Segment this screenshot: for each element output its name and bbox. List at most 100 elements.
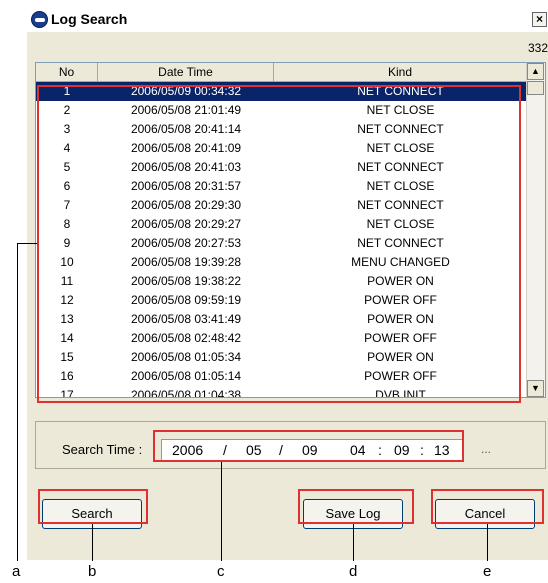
cell-no: 12 xyxy=(60,293,74,307)
cell-datetime: 2006/05/08 20:29:27 xyxy=(130,217,242,231)
cell-no: 14 xyxy=(60,331,74,345)
cell-datetime: 2006/05/08 02:48:42 xyxy=(130,331,242,345)
cell-no: 1 xyxy=(63,84,71,98)
cell-no: 17 xyxy=(60,388,74,398)
cell-datetime: 2006/05/08 09:59:19 xyxy=(130,293,242,307)
table-row[interactable]: 3 2006/05/08 20:41:14 NET CONNECT xyxy=(36,120,527,139)
table-row[interactable]: 12 2006/05/08 09:59:19 POWER OFF xyxy=(36,291,527,310)
annotation-a: a xyxy=(12,563,21,580)
cell-datetime: 2006/05/08 19:38:22 xyxy=(130,274,242,288)
cell-kind: POWER ON xyxy=(367,312,434,326)
date-separator: / xyxy=(279,442,283,458)
second-field[interactable]: 13 xyxy=(434,442,450,458)
column-header-kind[interactable]: Kind xyxy=(274,63,527,82)
minute-field[interactable]: 09 xyxy=(394,442,410,458)
cell-datetime: 2006/05/08 20:31:57 xyxy=(130,179,242,193)
table-row[interactable]: 13 2006/05/08 03:41:49 POWER ON xyxy=(36,310,527,329)
vertical-scrollbar[interactable]: ▲ ▼ xyxy=(526,63,545,397)
cell-datetime: 2006/05/08 20:41:09 xyxy=(130,141,242,155)
cell-no: 8 xyxy=(63,217,71,231)
scroll-down-icon[interactable]: ▼ xyxy=(527,380,544,397)
table-row[interactable]: 17 2006/05/08 01:04:38 DVB INIT xyxy=(36,386,527,398)
cell-no: 7 xyxy=(63,198,71,212)
scroll-up-icon[interactable]: ▲ xyxy=(527,63,544,80)
leader-line-a-horizontal xyxy=(17,243,37,244)
cell-kind: NET CONNECT xyxy=(357,84,444,98)
annotation-c: c xyxy=(217,563,225,580)
table-row[interactable]: 5 2006/05/08 20:41:03 NET CONNECT xyxy=(36,158,527,177)
cell-kind: NET CLOSE xyxy=(366,179,435,193)
table-row[interactable]: 9 2006/05/08 20:27:53 NET CONNECT xyxy=(36,234,527,253)
cell-no: 4 xyxy=(63,141,71,155)
log-list[interactable]: No Date Time Kind 1 2006/05/09 00:34:32 NE… xyxy=(35,62,546,398)
cell-datetime: 2006/05/08 20:29:30 xyxy=(130,198,242,212)
table-row[interactable]: 11 2006/05/08 19:38:22 POWER ON xyxy=(36,272,527,291)
leader-line-b xyxy=(92,524,93,561)
list-header: No Date Time Kind xyxy=(36,63,527,82)
cell-datetime: 2006/05/08 01:04:38 xyxy=(130,388,242,398)
cell-kind: DVB INIT xyxy=(375,388,426,398)
title-bar: Log Search × xyxy=(27,8,548,32)
cell-datetime: 2006/05/08 01:05:34 xyxy=(130,350,242,364)
cell-no: 9 xyxy=(63,236,71,250)
cell-kind: NET CONNECT xyxy=(357,122,444,136)
cell-kind: NET CONNECT xyxy=(357,198,444,212)
year-field[interactable]: 2006 xyxy=(172,442,203,458)
search-time-field[interactable]: 2006 / 05 / 09 04 : 09 : 13 xyxy=(161,439,463,461)
column-header-no[interactable]: No xyxy=(36,63,98,82)
cell-no: 15 xyxy=(60,350,74,364)
scroll-thumb[interactable] xyxy=(527,81,544,95)
table-row[interactable]: 7 2006/05/08 20:29:30 NET CONNECT xyxy=(36,196,527,215)
annotation-d: d xyxy=(349,563,358,580)
cell-kind: NET CLOSE xyxy=(366,217,435,231)
cell-datetime: 2006/05/08 01:05:14 xyxy=(130,369,242,383)
cell-datetime: 2006/05/08 20:27:53 xyxy=(130,236,242,250)
list-rows: 1 2006/05/09 00:34:32 NET CONNECT 2 2006/05/… xyxy=(36,82,527,398)
cell-kind: POWER OFF xyxy=(364,331,437,345)
cell-kind: NET CLOSE xyxy=(366,141,435,155)
log-search-dialog: Log Search × 332 No Date Time Kind 1 2006… xyxy=(27,8,548,560)
close-button[interactable]: × xyxy=(532,12,547,27)
cell-kind: NET CONNECT xyxy=(357,236,444,250)
table-row[interactable]: 8 2006/05/08 20:29:27 NET CLOSE xyxy=(36,215,527,234)
cell-datetime: 2006/05/08 20:41:14 xyxy=(130,122,242,136)
annotation-b: b xyxy=(88,563,97,580)
more-button[interactable]: ... xyxy=(481,442,491,456)
leader-line-e xyxy=(487,524,488,561)
cell-no: 2 xyxy=(63,103,71,117)
table-row[interactable]: 6 2006/05/08 20:31:57 NET CLOSE xyxy=(36,177,527,196)
annotation-e: e xyxy=(483,563,492,580)
table-row[interactable]: 10 2006/05/08 19:39:28 MENU CHANGED xyxy=(36,253,527,272)
hour-field[interactable]: 04 xyxy=(350,442,366,458)
month-field[interactable]: 05 xyxy=(246,442,262,458)
table-row[interactable]: 1 2006/05/09 00:34:32 NET CONNECT xyxy=(36,82,527,101)
search-panel: Search Time : 2006 / 05 / 09 04 : 09 : 1… xyxy=(35,421,546,469)
time-separator: : xyxy=(420,442,424,458)
cell-datetime: 2006/05/08 19:39:28 xyxy=(130,255,242,269)
table-row[interactable]: 4 2006/05/08 20:41:09 NET CLOSE xyxy=(36,139,527,158)
date-separator: / xyxy=(223,442,227,458)
cell-datetime: 2006/05/08 21:01:49 xyxy=(130,103,242,117)
cell-datetime: 2006/05/08 20:41:03 xyxy=(130,160,242,174)
table-row[interactable]: 2 2006/05/08 21:01:49 NET CLOSE xyxy=(36,101,527,120)
cell-no: 16 xyxy=(60,369,74,383)
cell-no: 5 xyxy=(63,160,71,174)
table-row[interactable]: 16 2006/05/08 01:05:14 POWER OFF xyxy=(36,367,527,386)
table-row[interactable]: 14 2006/05/08 02:48:42 POWER OFF xyxy=(36,329,527,348)
app-icon xyxy=(31,11,48,28)
column-header-datetime[interactable]: Date Time xyxy=(98,63,274,82)
cell-kind: MENU CHANGED xyxy=(351,255,450,269)
leader-line-c xyxy=(221,462,222,561)
leader-line-d xyxy=(353,524,354,561)
cell-no: 11 xyxy=(60,274,74,288)
table-row[interactable]: 15 2006/05/08 01:05:34 POWER ON xyxy=(36,348,527,367)
cell-kind: NET CLOSE xyxy=(366,103,435,117)
cell-no: 6 xyxy=(63,179,71,193)
leader-line-a xyxy=(17,243,18,561)
cell-kind: POWER ON xyxy=(367,274,434,288)
day-field[interactable]: 09 xyxy=(302,442,318,458)
cancel-button[interactable]: Cancel xyxy=(435,499,535,529)
record-count: 332 xyxy=(527,41,548,55)
time-separator: : xyxy=(378,442,382,458)
cell-datetime: 2006/05/08 03:41:49 xyxy=(130,312,242,326)
